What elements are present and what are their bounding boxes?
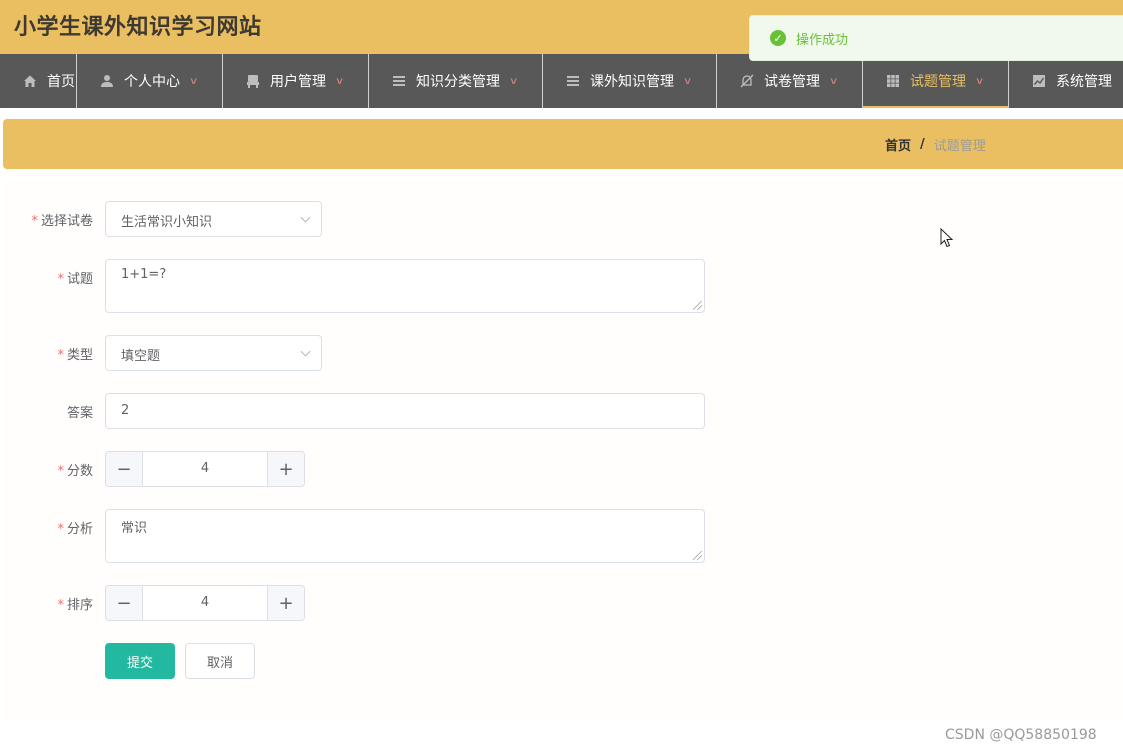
nav-item-system-management[interactable]: 系统管理 — [1009, 54, 1123, 108]
chair-icon — [245, 73, 261, 89]
paper-select-value: 生活常识小知识 — [121, 215, 213, 230]
nav-item-label: 课外知识管理 — [590, 74, 674, 90]
question-value: 1+1=? — [121, 267, 167, 282]
breadcrumb: 首页 / 试题管理 — [885, 135, 986, 154]
answer-label-text: 答案 — [66, 406, 93, 421]
chevron-down-icon: ∨ — [188, 75, 199, 87]
list-icon — [391, 73, 407, 89]
chevron-down-icon: ∨ — [828, 75, 839, 87]
order-decrement-button[interactable]: − — [106, 586, 143, 620]
paper-label: * 选择试卷 — [31, 210, 93, 229]
required-mark: * — [57, 348, 64, 363]
question-textarea[interactable]: 1+1=? — [105, 259, 705, 313]
type-select-value: 填空题 — [121, 349, 161, 364]
chevron-down-icon — [300, 346, 311, 357]
nav-item-category-management[interactable]: 知识分类管理 ∨ — [369, 54, 543, 108]
breadcrumb-separator: / — [920, 137, 925, 152]
mouse-cursor-icon — [940, 228, 954, 248]
required-mark: * — [57, 464, 64, 479]
type-label-text: 类型 — [66, 348, 93, 363]
nav-item-user-management[interactable]: 用户管理 ∨ — [223, 54, 369, 108]
breadcrumb-home-link[interactable]: 首页 — [885, 135, 911, 154]
type-select[interactable]: 填空题 — [105, 335, 322, 371]
score-stepper: − 4 + — [105, 451, 305, 487]
analysis-value: 常识 — [121, 521, 148, 536]
chevron-down-icon: ∨ — [334, 75, 345, 87]
analysis-textarea[interactable]: 常识 — [105, 509, 705, 563]
grid-icon — [885, 73, 901, 89]
paper-select[interactable]: 生活常识小知识 — [105, 201, 322, 237]
nav-item-label: 首页 — [47, 74, 75, 90]
chevron-down-icon: ∨ — [682, 75, 693, 87]
nav-item-label: 系统管理 — [1056, 74, 1112, 90]
required-mark: * — [57, 522, 64, 537]
nav-item-paper-management[interactable]: 试卷管理 ∨ — [717, 54, 863, 108]
analysis-label-text: 分析 — [66, 522, 93, 537]
bell-off-icon — [739, 73, 755, 89]
required-mark: * — [57, 272, 64, 287]
score-label: * 分数 — [57, 460, 93, 479]
home-icon — [22, 73, 38, 89]
answer-input[interactable]: 2 — [105, 393, 705, 429]
toast-message: 操作成功 — [796, 32, 849, 48]
app-root: 小学生课外知识学习网站 ✓ 操作成功 首页 个人中心 ∨ 用户管理 ∨ 知识分类… — [0, 0, 1123, 754]
success-toast: ✓ 操作成功 — [749, 15, 1123, 61]
chevron-down-icon: ∨ — [974, 75, 985, 87]
cancel-button[interactable]: 取消 — [185, 643, 255, 679]
order-label-text: 排序 — [66, 598, 93, 613]
resize-handle-icon[interactable] — [693, 551, 702, 560]
type-label: * 类型 — [57, 344, 93, 363]
nav-item-home[interactable]: 首页 — [0, 54, 77, 108]
paper-label-text: 选择试卷 — [40, 214, 93, 229]
nav-item-label: 知识分类管理 — [416, 74, 500, 90]
score-value[interactable]: 4 — [143, 452, 267, 486]
check-circle-icon: ✓ — [770, 30, 786, 46]
chevron-down-icon — [300, 212, 311, 223]
chevron-down-icon: ∨ — [508, 75, 519, 87]
site-title: 小学生课外知识学习网站 — [14, 15, 262, 40]
order-label: * 排序 — [57, 594, 93, 613]
breadcrumb-bar: 首页 / 试题管理 — [3, 119, 1123, 169]
watermark-text: CSDN @QQ58850198 — [945, 727, 1097, 743]
required-mark: * — [31, 214, 38, 229]
nav-item-label: 用户管理 — [270, 74, 326, 90]
nav-item-personal-center[interactable]: 个人中心 ∨ — [77, 54, 223, 108]
answer-value: 2 — [121, 403, 130, 418]
submit-button[interactable]: 提交 — [105, 643, 175, 679]
order-increment-button[interactable]: + — [267, 586, 304, 620]
resize-handle-icon[interactable] — [693, 301, 702, 310]
score-increment-button[interactable]: + — [267, 452, 304, 486]
chart-icon — [1031, 73, 1047, 89]
nav-item-label: 个人中心 — [124, 74, 180, 90]
user-icon — [99, 73, 115, 89]
question-label-text: 试题 — [66, 272, 93, 287]
score-decrement-button[interactable]: − — [106, 452, 143, 486]
top-nav: 首页 个人中心 ∨ 用户管理 ∨ 知识分类管理 ∨ 课外知识管理 ∨ 试卷管理 … — [0, 54, 1123, 108]
required-mark: * — [57, 598, 64, 613]
nav-item-question-management[interactable]: 试题管理 ∨ — [863, 54, 1009, 108]
nav-item-label: 试卷管理 — [764, 74, 820, 90]
list-icon — [565, 73, 581, 89]
nav-item-label: 试题管理 — [910, 74, 966, 90]
answer-label: 答案 — [67, 402, 93, 421]
order-stepper: − 4 + — [105, 585, 305, 621]
breadcrumb-current: 试题管理 — [933, 139, 986, 154]
analysis-label: * 分析 — [57, 518, 93, 537]
question-label: * 试题 — [57, 268, 93, 287]
score-label-text: 分数 — [66, 464, 93, 479]
nav-item-knowledge-management[interactable]: 课外知识管理 ∨ — [543, 54, 717, 108]
order-value[interactable]: 4 — [143, 586, 267, 620]
